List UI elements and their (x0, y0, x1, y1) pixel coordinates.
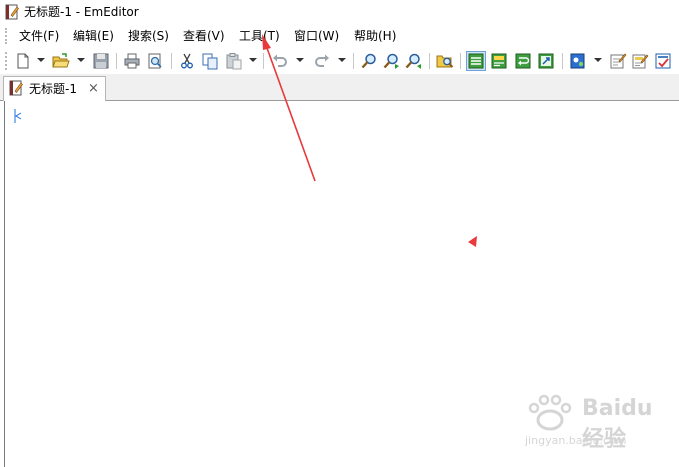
menubar-grip[interactable] (5, 28, 9, 44)
text-caret-icon (14, 109, 22, 123)
emeditor-app-icon (5, 4, 19, 20)
word-wrap-icon[interactable] (466, 51, 486, 71)
main-toolbar (0, 48, 679, 74)
menu-help[interactable]: 帮助(H) (354, 28, 396, 44)
save-icon[interactable] (92, 52, 110, 70)
baidu-paw-logo-icon (528, 394, 572, 431)
toolbar-separator (116, 53, 117, 69)
cut-icon[interactable] (178, 52, 196, 70)
paste-dropdown-arrow[interactable] (249, 58, 257, 62)
find-in-files-icon[interactable] (436, 52, 454, 70)
toolbar-separator (562, 53, 563, 69)
new-document-icon[interactable] (14, 52, 32, 70)
find-next-icon[interactable] (382, 52, 400, 70)
toolbar-separator (353, 53, 354, 69)
menu-file[interactable]: 文件(F) (19, 28, 59, 44)
wrap-by-page-icon[interactable] (514, 52, 532, 70)
menu-bar: 文件(F) 编辑(E) 搜索(S) 查看(V) 工具(T) 窗口(W) 帮助(H… (0, 24, 679, 48)
menu-edit[interactable]: 编辑(E) (73, 28, 114, 44)
title-bar: 无标题-1 - EmEditor (0, 0, 679, 24)
markers-icon[interactable] (654, 52, 672, 70)
macro-dropdown-arrow[interactable] (594, 58, 602, 62)
new-dropdown-arrow[interactable] (37, 58, 45, 62)
document-icon (9, 80, 23, 96)
print-preview-icon[interactable] (146, 52, 164, 70)
find-previous-icon[interactable] (404, 52, 422, 70)
tab-label: 无标题-1 (29, 82, 77, 96)
menu-view[interactable]: 查看(V) (183, 28, 225, 44)
toolbar-separator (460, 53, 461, 69)
close-icon[interactable]: × (88, 81, 99, 97)
document-tab-bar: 无标题-1 × (0, 74, 679, 101)
tab-untitled-1[interactable]: 无标题-1 × (3, 76, 106, 101)
macro-icon[interactable] (569, 52, 587, 70)
wrap-by-chars-icon[interactable] (537, 52, 555, 70)
redo-dropdown-arrow[interactable] (338, 58, 346, 62)
undo-dropdown-arrow[interactable] (296, 58, 304, 62)
menu-tools[interactable]: 工具(T) (239, 28, 280, 44)
undo-icon[interactable] (271, 52, 289, 70)
paste-icon[interactable] (225, 52, 243, 70)
menu-window[interactable]: 窗口(W) (294, 28, 339, 44)
properties-icon[interactable] (609, 52, 627, 70)
redo-icon[interactable] (313, 52, 331, 70)
open-dropdown-arrow[interactable] (77, 58, 85, 62)
menu-search[interactable]: 搜索(S) (128, 28, 169, 44)
window-title: 无标题-1 - EmEditor (24, 5, 139, 19)
watermark-url: jingyan.baidu.com (525, 434, 627, 447)
toolbar-separator (429, 53, 430, 69)
wrap-by-window-icon[interactable] (490, 52, 508, 70)
toolbar-separator (171, 53, 172, 69)
find-icon[interactable] (360, 52, 378, 70)
customize-icon[interactable] (631, 52, 649, 70)
toolbar-grip[interactable] (5, 52, 9, 70)
print-icon[interactable] (123, 52, 141, 70)
toolbar-separator (263, 53, 264, 69)
baidu-watermark: Baidu经验 jingyan.baidu.com (520, 392, 670, 462)
copy-icon[interactable] (201, 52, 219, 70)
open-folder-icon[interactable] (52, 52, 70, 70)
